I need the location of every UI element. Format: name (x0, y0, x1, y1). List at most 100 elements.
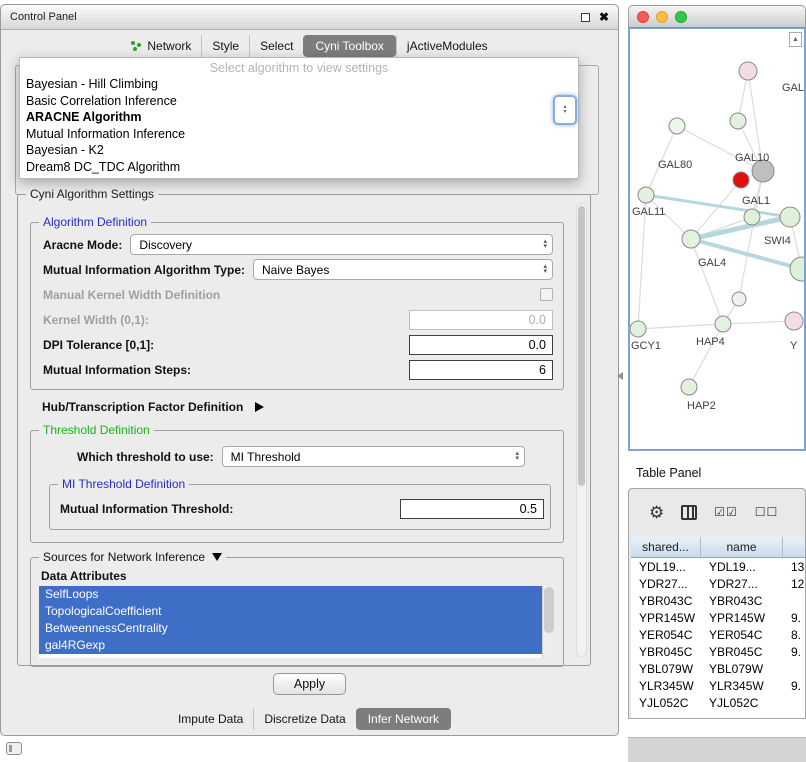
settings-scrollbar[interactable] (576, 203, 587, 657)
network-edge[interactable] (723, 321, 794, 324)
tab-label: Infer Network (368, 712, 439, 726)
table-cell: YPR145W (701, 609, 783, 626)
network-node[interactable] (682, 230, 700, 248)
table-row[interactable]: YPR145WYPR145W9. (631, 609, 805, 626)
table-cell: YDL19... (701, 558, 783, 575)
threshold-definition-title: Threshold Definition (39, 423, 154, 437)
column-header[interactable]: shared... (631, 537, 701, 557)
network-graph[interactable]: GAL80GAL11GAL4GAL1GAL10SWI4GALGCY1HAP4HA… (630, 29, 804, 450)
algorithm-definition-group: Algorithm Definition Aracne Mode: Discov… (30, 222, 564, 390)
tab-discretize-data[interactable]: Discretize Data (253, 708, 355, 730)
algorithm-option[interactable]: Bayesian - Hill Climbing (20, 76, 578, 93)
network-node[interactable] (730, 113, 746, 129)
network-edge[interactable] (691, 239, 723, 324)
node-label: HAP2 (687, 400, 716, 412)
attribute-item[interactable]: SelfLoops (39, 586, 542, 603)
close-button[interactable] (637, 11, 649, 23)
kernel-width-row: Kernel Width (0,1): (43, 307, 553, 332)
table-row[interactable]: YLR345WYLR345W9. (631, 677, 805, 694)
columns-icon[interactable] (681, 505, 697, 520)
table-row[interactable]: YJL052CYJL052C (631, 694, 805, 711)
sources-title[interactable]: Sources for Network Inference (39, 550, 226, 564)
attribute-item[interactable]: TopologicalCoefficient (39, 603, 542, 620)
algorithm-option[interactable]: Mutual Information Inference (20, 126, 578, 143)
network-node[interactable] (785, 312, 803, 330)
manual-kernel-label: Manual Kernel Width Definition (43, 288, 220, 302)
network-node[interactable] (790, 257, 804, 281)
scrollbar-thumb[interactable] (578, 206, 585, 486)
tab-style[interactable]: Style (201, 35, 249, 57)
table-cell: YLR345W (631, 677, 701, 694)
tab-impute-data[interactable]: Impute Data (168, 708, 253, 730)
column-header[interactable] (783, 537, 805, 557)
algorithm-option[interactable]: Bayesian - K2 (20, 142, 578, 159)
zoom-button[interactable] (675, 11, 687, 23)
manual-kernel-checkbox[interactable] (540, 288, 553, 301)
hub-definition-label: Hub/Transcription Factor Definition (42, 400, 243, 414)
splitter-collapse-icon[interactable] (617, 372, 623, 380)
algorithm-combo-stepper-icon[interactable]: ▴▾ (553, 95, 577, 125)
network-node[interactable] (681, 379, 697, 395)
float-panel-icon[interactable] (581, 13, 590, 22)
scrollbar-thumb[interactable] (544, 587, 554, 633)
table-cell: YDR27... (701, 575, 783, 592)
tab-infer-network[interactable]: Infer Network (356, 708, 451, 730)
network-node[interactable] (715, 316, 731, 332)
node-label: HAP4 (696, 336, 725, 348)
network-edge[interactable] (689, 324, 723, 387)
network-node[interactable] (780, 207, 800, 227)
list-scrollbar[interactable] (542, 586, 555, 658)
network-node[interactable] (732, 292, 746, 306)
column-header[interactable]: name (701, 537, 783, 557)
table-row[interactable]: YBL079WYBL079W (631, 660, 805, 677)
expand-right-icon[interactable] (255, 402, 264, 412)
network-node[interactable] (744, 209, 760, 225)
hub-definition-section[interactable]: Hub/Transcription Factor Definition (42, 400, 590, 414)
mi-steps-field[interactable] (409, 360, 553, 380)
minimize-button[interactable] (656, 11, 668, 23)
algorithm-option[interactable]: Basic Correlation Inference (20, 93, 578, 110)
mi-type-select[interactable]: Naive Bayes ▴▾ (253, 259, 553, 280)
scroll-up-icon[interactable]: ▲ (789, 32, 802, 47)
table-cell: YDR27... (631, 575, 701, 592)
algorithm-option[interactable]: ARACNE Algorithm (20, 109, 578, 126)
algorithm-option[interactable]: Dream8 DC_TDC Algorithm (20, 159, 578, 176)
apply-button[interactable]: Apply (273, 673, 346, 695)
network-window-titlebar[interactable] (628, 5, 806, 28)
network-node[interactable] (630, 321, 646, 337)
network-canvas[interactable]: ▲ GAL80GAL11GAL4GAL1GAL10SWI4GALGCY1HAP4… (628, 28, 806, 451)
attribute-item[interactable]: gal4RGexp (39, 637, 542, 654)
network-edge[interactable] (638, 324, 723, 329)
tab-network[interactable]: Network (121, 35, 201, 57)
gear-icon[interactable]: ⚙ (649, 504, 664, 521)
network-node[interactable] (669, 118, 685, 134)
deselect-all-icon[interactable]: ☐☐ (755, 506, 779, 518)
network-edge[interactable] (739, 171, 763, 299)
which-threshold-select[interactable]: MI Threshold ▴▾ (222, 446, 525, 467)
table-row[interactable]: YDL19...YDL19...13 (631, 558, 805, 575)
tab-select[interactable]: Select (249, 35, 303, 57)
mi-type-value: Naive Bayes (254, 263, 539, 277)
table-row[interactable]: YBR043CYBR043C (631, 592, 805, 609)
data-attributes-list[interactable]: SelfLoopsTopologicalCoefficientBetweenne… (39, 586, 555, 658)
table-cell: YLR345W (701, 677, 783, 694)
attribute-item[interactable]: BetweennessCentrality (39, 620, 542, 637)
tab-jactivemodules[interactable]: jActiveModules (396, 35, 498, 57)
table-row[interactable]: YER054CYER054C8. (631, 626, 805, 643)
table-cell: YJL052C (701, 694, 783, 711)
network-node[interactable] (638, 187, 654, 203)
select-all-icon[interactable]: ☑☑ (714, 506, 738, 518)
control-panel-titlebar[interactable]: Control Panel ✖ (1, 5, 618, 30)
dpi-tolerance-field[interactable] (409, 335, 553, 355)
table-cell (783, 694, 805, 711)
close-panel-icon[interactable]: ✖ (599, 11, 609, 23)
network-node[interactable] (739, 62, 757, 80)
tab-cyni-toolbox[interactable]: Cyni Toolbox (303, 35, 395, 57)
mi-threshold-field[interactable] (400, 499, 544, 519)
aracne-mode-select[interactable]: Discovery ▴▾ (130, 234, 553, 255)
collapse-down-icon[interactable] (212, 553, 222, 561)
table-row[interactable]: YDR27...YDR27...12 (631, 575, 805, 592)
table-row[interactable]: YBR045CYBR045C9. (631, 643, 805, 660)
panel-dock-icon[interactable] (6, 742, 22, 755)
network-node[interactable] (733, 172, 749, 188)
